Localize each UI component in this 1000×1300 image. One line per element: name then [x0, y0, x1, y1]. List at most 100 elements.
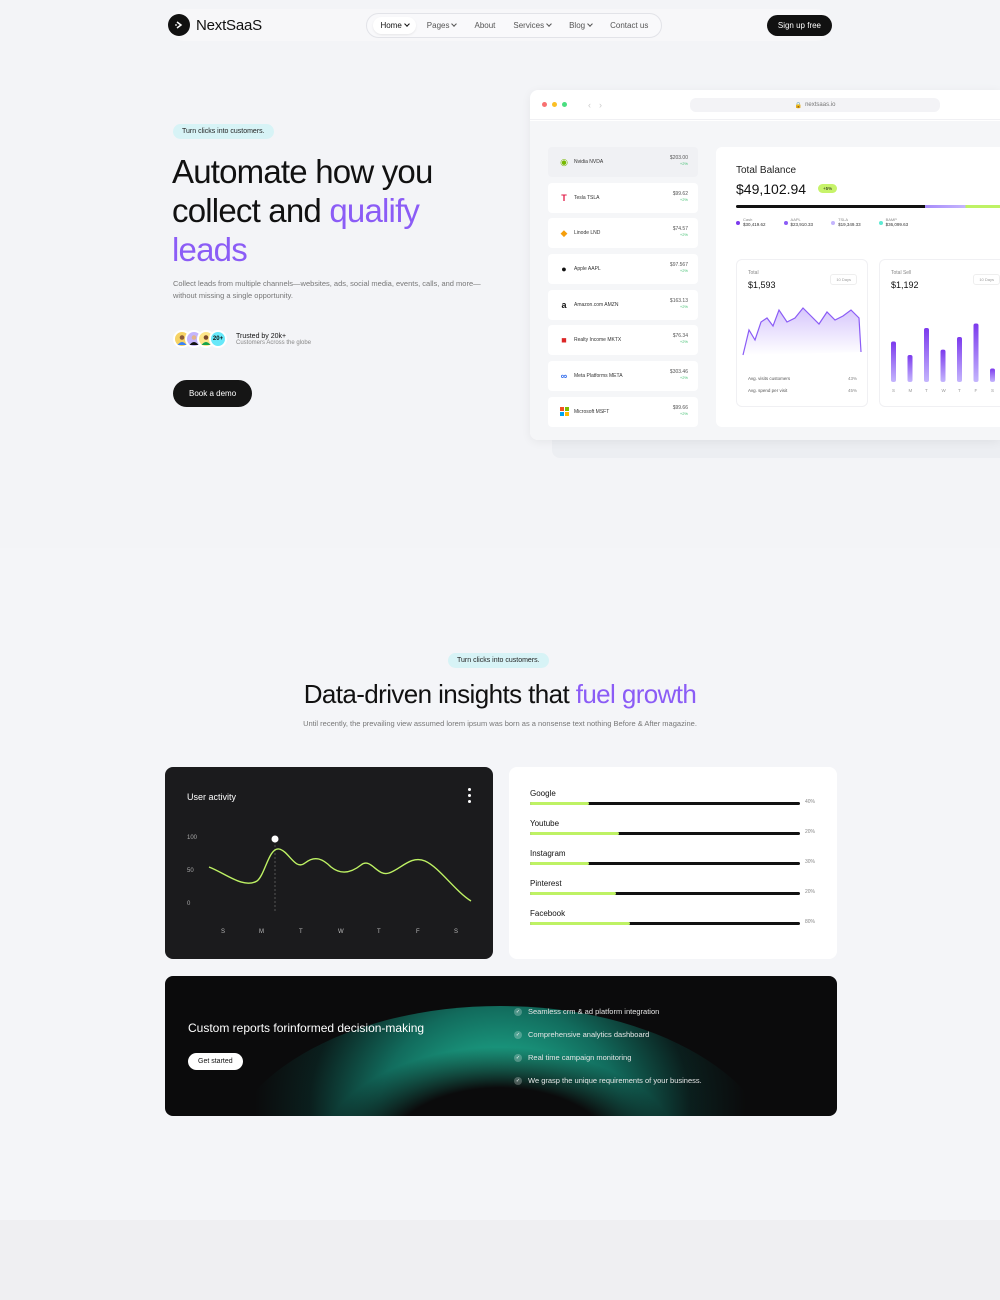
feature-item: ✓ Real time campaign monitoring	[514, 1053, 632, 1062]
stock-row: ● Apple AAPL $97.567 +2%	[548, 254, 698, 285]
source-progress	[530, 862, 590, 865]
linode-icon: ◆	[560, 227, 568, 238]
y-tick-label: 100	[187, 835, 198, 841]
browser-nav-arrows: ‹ ›	[588, 100, 602, 110]
signup-button[interactable]: Sign up free	[766, 14, 832, 36]
brand-logo[interactable]: NextSaaS	[168, 14, 262, 36]
bar-day-label: T	[925, 388, 928, 393]
source-row: Pinterest 20%	[530, 879, 816, 895]
menu-item-home[interactable]: Home	[373, 16, 416, 34]
source-row: Youtube 20%	[530, 819, 816, 835]
stock-row: T Tesla TSLA $99.62 +2%	[548, 182, 698, 213]
feature-item: ✓ Comprehensive analytics dashboard	[514, 1030, 650, 1039]
bar-day-label: S	[892, 388, 895, 393]
meta-icon: ∞	[560, 371, 568, 382]
amazon-icon: a	[561, 299, 567, 310]
y-tick-label: 50	[187, 868, 194, 874]
get-started-button[interactable]: Get started	[188, 1053, 243, 1070]
legend-item: TSLA $19,349.33	[831, 217, 861, 227]
sales-bar-card: Total Sell $1,192 10 Days SMTWTFS	[879, 259, 1000, 407]
menu-item-contact[interactable]: Contact us	[603, 17, 655, 34]
dashboard-preview: ‹ › 🔒 nextsaas.io ◉ Nvidia NVDA $203.00 +2%…	[530, 90, 1000, 440]
section-title: Data-driven insights that fuel growth	[303, 679, 697, 709]
x-tick-label: W	[338, 929, 344, 935]
maximize-dot-icon	[562, 102, 567, 107]
balance-allocation-bar	[736, 205, 1000, 208]
x-tick-label: T	[299, 929, 303, 935]
chevron-down-icon	[403, 21, 410, 27]
banner-title: Custom reports forinformed decision-maki…	[188, 1021, 425, 1035]
x-tick-label: M	[259, 929, 264, 935]
bar-day-label: T	[958, 388, 961, 393]
y-tick-label: 0	[187, 901, 191, 907]
user-activity-card: User activity 100 50 0 S M T W T F S	[165, 767, 493, 959]
avatar-count: 20+	[209, 330, 227, 348]
lock-icon: 🔒	[794, 102, 803, 109]
main-menu: Home Pages About Services Blog Contact u…	[366, 12, 663, 38]
footer-band	[0, 1220, 1000, 1300]
check-icon: ✓	[514, 1076, 522, 1085]
visits-line-chart	[742, 307, 862, 356]
activity-line	[208, 848, 472, 902]
source-row: Instagram 30%	[530, 849, 816, 865]
close-dot-icon	[542, 102, 547, 107]
trusted-subtitle: Customers Across the globe	[236, 339, 312, 346]
stock-row: ■ Realty Income MKTX $76.34 +2%	[548, 325, 698, 356]
hover-point	[271, 835, 279, 843]
legend-item: Cash $30,419.62	[736, 217, 766, 227]
menu-item-services[interactable]: Services	[506, 17, 558, 34]
x-tick-label: S	[454, 929, 458, 935]
feature-item: ✓ We grasp the unique requirements of you…	[514, 1076, 702, 1085]
sales-bar-chart: SMTWTFS	[891, 323, 995, 393]
sales-bar	[924, 328, 929, 382]
avatar-group: 20+	[173, 330, 227, 348]
sales-bar	[990, 368, 995, 382]
hero-title: Automate how you collect and qualify lea…	[172, 153, 433, 268]
menu-item-pages[interactable]: Pages	[420, 17, 464, 34]
stock-row: ◉ Nvidia NVDA $203.00 +2%	[548, 147, 698, 177]
address-bar: 🔒 nextsaas.io	[690, 98, 940, 112]
balance-legend: Cash $30,419.62 AAPL $23,910.33 TSLA $19,34…	[736, 217, 908, 227]
brand-name: NextSaaS	[196, 16, 262, 34]
browser-toolbar: ‹ › 🔒 nextsaas.io	[530, 90, 1000, 120]
x-tick-label: T	[377, 929, 381, 935]
nvidia-icon: ◉	[560, 156, 568, 167]
visits-line-card: Total $1,593 10 Days Avg. visits custome…	[736, 259, 868, 407]
forward-arrow-icon: ›	[599, 99, 602, 110]
sales-bar	[891, 341, 896, 382]
hero-description: Collect leads from multiple channels—web…	[173, 279, 481, 300]
stock-row: ◆ Linode LND $74.57 +2%	[548, 218, 698, 249]
menu-item-about[interactable]: About	[467, 17, 502, 34]
legend-item: AAPL $23,910.33	[783, 217, 813, 227]
trusted-title: Trusted by 20k+	[236, 332, 287, 340]
source-progress	[530, 802, 590, 805]
legend-item: BAMP $36,099.63	[878, 217, 908, 227]
user-activity-chart: 100 50 0 S M T W T F S	[187, 835, 472, 935]
bar-day-label: S	[991, 388, 994, 393]
chevron-down-icon	[451, 21, 458, 27]
chevron-down-icon	[587, 21, 593, 27]
stock-row: Microsoft MSFT $99.66 +2%	[548, 396, 698, 427]
traffic-sources-card: Google 40% Youtube 20% Instagram 30% Pin…	[509, 767, 837, 959]
check-icon: ✓	[514, 1007, 522, 1016]
source-row: Facebook 80%	[530, 909, 816, 925]
logo-icon	[168, 14, 190, 36]
chevron-down-icon	[546, 21, 552, 27]
minimize-dot-icon	[552, 102, 557, 107]
book-demo-button[interactable]: Book a demo	[173, 380, 253, 407]
hero-badge: Turn clicks into customers.	[173, 124, 274, 139]
bar-day-label: W	[942, 388, 947, 393]
x-tick-label: F	[416, 929, 420, 935]
bar-day-label: F	[975, 388, 978, 393]
tesla-icon: T	[561, 192, 567, 203]
stock-row: ∞ Meta Platforms META $303.46 +2%	[548, 361, 698, 392]
source-progress	[530, 892, 617, 895]
stock-row: a Amazon.com AMZN $163.13 +2%	[548, 289, 698, 320]
realty-icon: ■	[561, 335, 567, 346]
trusted-by: 20+ Trusted by 20k+ Customers Across the…	[173, 330, 311, 348]
microsoft-icon	[558, 406, 570, 418]
balance-change-badge: +5%	[818, 184, 838, 193]
menu-item-blog[interactable]: Blog	[562, 17, 599, 34]
sales-bar	[940, 349, 946, 382]
section-badge: Turn clicks into customers.	[448, 653, 549, 668]
